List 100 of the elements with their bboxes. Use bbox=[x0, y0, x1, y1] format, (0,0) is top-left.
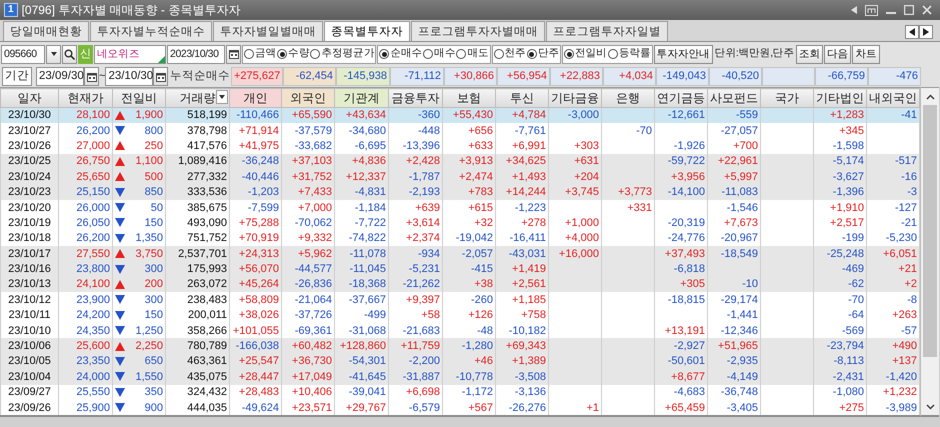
tab-scroll-left-button[interactable] bbox=[905, 24, 919, 38]
table-cell: +5,962 bbox=[282, 246, 334, 262]
range-separator: ~ bbox=[99, 69, 106, 84]
window-mode-icon[interactable] bbox=[865, 4, 878, 16]
calendar-button[interactable] bbox=[84, 67, 99, 86]
tab[interactable]: 프로그램투자자별매매 bbox=[411, 20, 545, 41]
radio-button[interactable] bbox=[608, 49, 618, 59]
column-header[interactable]: 개인 bbox=[230, 88, 282, 108]
column-header[interactable]: 기타금융 bbox=[548, 88, 602, 108]
table-cell: +58 bbox=[388, 308, 442, 323]
maximize-icon[interactable] bbox=[904, 5, 914, 15]
stock-name-field[interactable]: 네오위즈 bbox=[94, 44, 166, 64]
search-button[interactable] bbox=[62, 44, 77, 64]
radio-button[interactable] bbox=[277, 49, 288, 59]
table-cell: +567 bbox=[442, 400, 496, 416]
table-cell: -11,083 bbox=[708, 184, 760, 200]
tab[interactable]: 종목별투자자 bbox=[324, 20, 410, 41]
close-icon[interactable] bbox=[922, 5, 932, 15]
column-header[interactable]: 은행 bbox=[602, 88, 654, 108]
stock-code-field[interactable]: 095660 bbox=[1, 44, 45, 64]
table-cell: +137 bbox=[866, 354, 920, 370]
table-cell: -11,078 bbox=[334, 246, 388, 262]
tab[interactable]: 프로그램투자자일별 bbox=[546, 20, 668, 41]
column-header[interactable]: 투신 bbox=[496, 88, 548, 108]
table-cell: 23,900 bbox=[58, 292, 112, 308]
table-cell: -18,549 bbox=[708, 246, 760, 262]
table-cell: +55,430 bbox=[442, 108, 496, 123]
change-value: 200 bbox=[144, 277, 163, 292]
search-query-button[interactable]: 조회 bbox=[796, 44, 824, 64]
start-date-field[interactable]: 23/09/30 bbox=[36, 67, 84, 86]
radio-button[interactable] bbox=[310, 49, 320, 59]
summary-cell: -66,759 bbox=[815, 67, 868, 86]
table-cell: +22,961 bbox=[708, 154, 760, 170]
column-header[interactable]: 외국인 bbox=[282, 88, 334, 108]
investor-guide-button[interactable]: 투자자안내 bbox=[654, 44, 713, 64]
table-cell: 23/10/23 bbox=[0, 184, 58, 200]
table-cell: +1,000 bbox=[548, 215, 602, 231]
next-button[interactable]: 다음 bbox=[824, 44, 852, 64]
table-cell: +275 bbox=[814, 400, 866, 416]
radio-button[interactable] bbox=[379, 49, 390, 59]
column-header[interactable]: 기관계 bbox=[334, 88, 388, 108]
change-value: 350 bbox=[144, 385, 163, 400]
column-header[interactable]: 현재가 bbox=[58, 88, 112, 108]
window-title: [0796] 투자자별 매매동향 - 종목별투자자 bbox=[22, 2, 240, 19]
sort-dropdown-button[interactable] bbox=[216, 90, 228, 104]
tab[interactable]: 당일매매현황 bbox=[3, 20, 89, 41]
table-cell: -49,624 bbox=[230, 400, 282, 416]
column-header[interactable]: 연기금등 bbox=[654, 88, 708, 108]
table-cell: 23/10/19 bbox=[0, 215, 58, 231]
table-cell: 24,100 bbox=[58, 276, 112, 292]
period-label: 기간 bbox=[2, 67, 32, 86]
summary-cell: -62,454 bbox=[283, 67, 336, 86]
column-header[interactable]: 금융투자 bbox=[388, 88, 442, 108]
dropdown-button[interactable] bbox=[46, 44, 61, 64]
left-arrow-icon[interactable] bbox=[851, 6, 857, 14]
column-header[interactable]: 국가 bbox=[760, 88, 814, 108]
table-cell: +58,809 bbox=[230, 292, 282, 308]
scrollbar-thumb[interactable] bbox=[923, 105, 937, 358]
table-cell: -21,064 bbox=[282, 292, 334, 308]
table-cell: +1,910 bbox=[814, 200, 866, 216]
chart-button[interactable]: 차트 bbox=[852, 44, 880, 64]
column-header[interactable]: 전일비 bbox=[112, 88, 166, 108]
radio-button[interactable] bbox=[564, 49, 574, 59]
summary-cell: -476 bbox=[868, 67, 921, 86]
table-cell: -3,405 bbox=[708, 400, 760, 416]
table-cell: +6,698 bbox=[388, 384, 442, 400]
radio-button[interactable] bbox=[494, 49, 504, 59]
radio-button[interactable] bbox=[456, 49, 466, 59]
table-cell: -1,203 bbox=[230, 184, 282, 200]
calendar-button[interactable] bbox=[153, 67, 168, 86]
table-cell: 780,789 bbox=[166, 338, 230, 354]
table-cell: +126 bbox=[442, 308, 496, 323]
summary-cell: -145,938 bbox=[336, 67, 390, 86]
table-cell: +345 bbox=[814, 122, 866, 138]
tab[interactable]: 투자자별누적순매수 bbox=[90, 20, 212, 41]
column-header[interactable]: 보험 bbox=[442, 88, 496, 108]
table-cell: +2,428 bbox=[388, 154, 442, 170]
column-header[interactable]: 사모펀드 bbox=[708, 88, 760, 108]
radio-button[interactable] bbox=[423, 49, 434, 59]
calendar-button[interactable] bbox=[226, 44, 241, 64]
column-header[interactable]: 일자 bbox=[0, 88, 58, 108]
radio-button[interactable] bbox=[244, 49, 254, 59]
table-cell: +37,493 bbox=[654, 246, 708, 262]
change-value: 900 bbox=[144, 400, 163, 415]
end-date-field[interactable]: 23/10/30 bbox=[105, 67, 154, 86]
radio-button[interactable] bbox=[526, 49, 537, 59]
table-cell: 277,332 bbox=[166, 169, 230, 184]
table-cell: -1,184 bbox=[334, 200, 388, 216]
table-cell: 1,089,416 bbox=[166, 154, 230, 170]
table-cell: 26,750 bbox=[58, 154, 112, 170]
table-cell: -37,667 bbox=[334, 292, 388, 308]
change-value: 300 bbox=[144, 292, 163, 307]
table-cell: -6,579 bbox=[388, 400, 442, 416]
date-field[interactable]: 2023/10/30 bbox=[167, 44, 225, 64]
scrollbar[interactable] bbox=[920, 87, 939, 418]
tab[interactable]: 투자자별일별매매 bbox=[213, 20, 323, 41]
table-cell: 23/10/25 bbox=[0, 154, 58, 170]
column-header[interactable]: 기타법인 bbox=[814, 88, 866, 108]
column-header[interactable]: 내외국인 bbox=[866, 88, 920, 108]
tab-scroll-right-button[interactable] bbox=[919, 24, 933, 38]
